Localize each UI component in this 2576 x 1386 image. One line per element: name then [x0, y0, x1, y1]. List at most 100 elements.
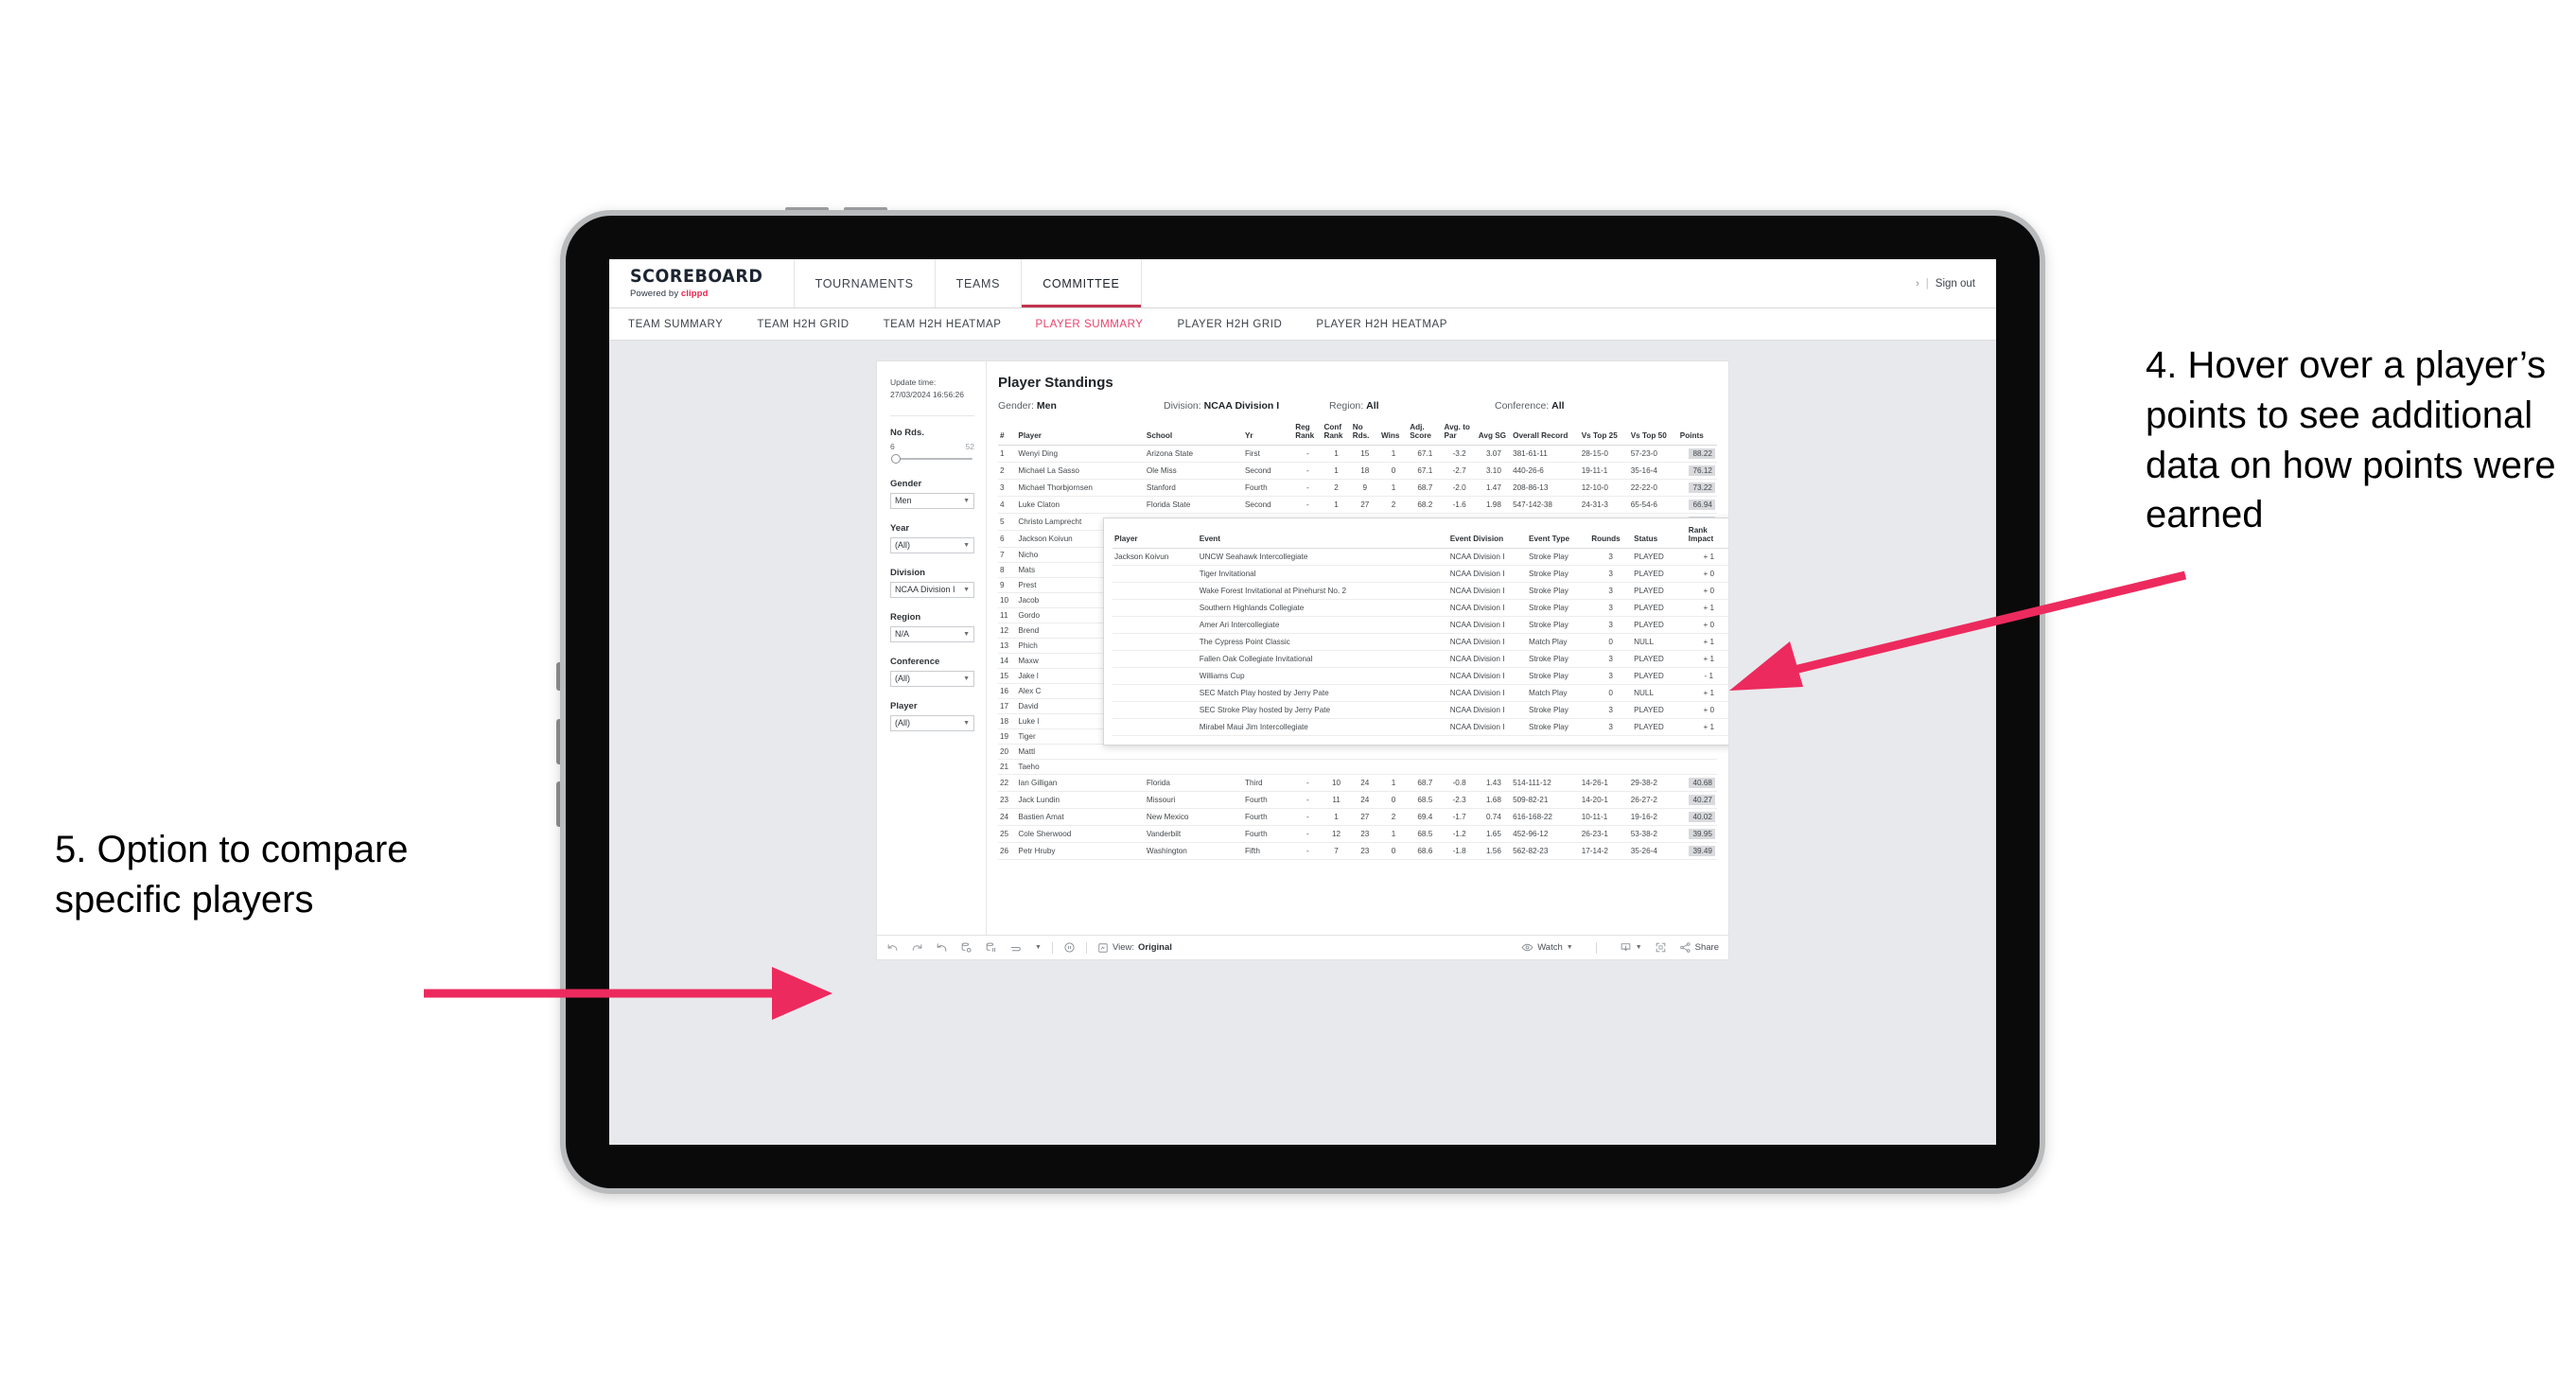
nav-item-committee[interactable]: COMMITTEE	[1021, 259, 1142, 307]
brand-logo[interactable]: SCOREBOARD Powered by clippd	[609, 259, 794, 307]
sub-nav-player-h2h-heatmap[interactable]: PLAYER H2H HEATMAP	[1299, 319, 1464, 330]
table-row[interactable]: 2 Michael La Sasso Ole Miss Second -1 18 0 67.1…	[998, 462, 1717, 480]
points-value[interactable]: 39.95	[1689, 829, 1715, 839]
cell-points[interactable]	[1677, 759, 1717, 775]
table-row[interactable]: 20 Mattl	[998, 744, 1717, 760]
revert-icon[interactable]	[936, 941, 948, 954]
cell-vs-top-25: 28-15-0	[1579, 445, 1629, 463]
points-value[interactable]: 40.27	[1689, 795, 1715, 805]
th-points[interactable]: Points	[1677, 421, 1717, 446]
table-row[interactable]: 23 Jack Lundin Missouri Fourth -11 24 0 68.5 -2.…	[998, 791, 1717, 809]
nav-item-tournaments[interactable]: TOURNAMENTS	[793, 259, 935, 307]
cell-vs-top-25: 19-11-1	[1579, 462, 1629, 480]
th-avg-to-par[interactable]: Avg. to Par	[1442, 421, 1477, 446]
conference-select[interactable]: (All) ▼	[890, 670, 974, 687]
points-value[interactable]: 40.02	[1689, 812, 1715, 822]
pause-auto-update-icon[interactable]	[1063, 941, 1076, 954]
points-value[interactable]: 39.49	[1689, 846, 1715, 856]
th-no-rds[interactable]: No Rds.	[1350, 421, 1379, 446]
points-value[interactable]: 66.94	[1689, 500, 1715, 510]
tt-cell-rounds: 3	[1589, 718, 1633, 736]
points-value[interactable]: 88.22	[1689, 448, 1715, 459]
th-school[interactable]: School	[1144, 421, 1243, 446]
chevron-down-icon[interactable]: ▼	[1035, 944, 1042, 951]
cell-vs-top-50	[1628, 744, 1678, 760]
sub-nav-player-summary[interactable]: PLAYER SUMMARY	[1018, 319, 1160, 330]
cell-rank: 1	[998, 445, 1017, 463]
undo-icon[interactable]	[886, 941, 899, 954]
th-conf-rank[interactable]: Conf Rank	[1322, 421, 1351, 446]
gender-select[interactable]: Men ▼	[890, 492, 974, 509]
th-vs-top-50[interactable]: Vs Top 50	[1628, 421, 1678, 446]
cell-no-rds: 24	[1350, 791, 1379, 809]
user-chevron-icon[interactable]: ›	[1916, 278, 1919, 289]
table-row[interactable]: 22 Ian Gilligan Florida Third -10 24 1 68.7 -0.8…	[998, 774, 1717, 792]
cell-points[interactable]: 76.12	[1677, 462, 1717, 480]
cell-no-rds: 27	[1350, 808, 1379, 826]
share-button[interactable]: Share	[1679, 941, 1719, 954]
swap-icon[interactable]	[1009, 941, 1023, 954]
watch-button[interactable]: Watch ▼	[1521, 941, 1573, 954]
cell-vs-top-25: 26-23-1	[1579, 825, 1629, 843]
table-row[interactable]: 1 Wenyi Ding Arizona State First -1 15 1 67.1 -3…	[998, 445, 1717, 463]
cell-vs-top-50: 53-38-2	[1628, 825, 1678, 843]
region-select[interactable]: N/A ▼	[890, 625, 974, 642]
th-vs-top-25[interactable]: Vs Top 25	[1579, 421, 1629, 446]
th-adj-score[interactable]: Adj. Score	[1408, 421, 1443, 446]
table-row[interactable]: 4 Luke Claton Florida State Second -1 27 2 68.2…	[998, 496, 1717, 514]
th-reg-rank[interactable]: Reg Rank	[1293, 421, 1323, 446]
sub-nav-team-summary[interactable]: TEAM SUMMARY	[628, 319, 740, 330]
th-player[interactable]: Player	[1016, 421, 1145, 446]
cell-points[interactable]: 40.27	[1677, 791, 1717, 809]
points-value[interactable]: 73.22	[1689, 482, 1715, 493]
table-row[interactable]: 21 Taeho	[998, 759, 1717, 775]
th-yr[interactable]: Yr	[1242, 421, 1294, 446]
table-row[interactable]: 24 Bastien Amat New Mexico Fourth -1 27 2 69.4-…	[998, 808, 1717, 826]
slider-knob[interactable]	[891, 453, 901, 464]
cell-points[interactable]: 88.22	[1677, 445, 1717, 463]
view-original-button[interactable]: View: Original	[1097, 942, 1172, 954]
no-rounds-slider[interactable]	[890, 453, 974, 465]
tt-cell-rank-impact: + 0	[1686, 565, 1728, 583]
points-value[interactable]: 40.68	[1689, 778, 1715, 788]
tt-cell-rounds: 3	[1589, 650, 1633, 668]
cell-school	[1144, 759, 1243, 775]
cell-points[interactable]: 39.95	[1677, 825, 1717, 843]
cell-yr: Fourth	[1242, 479, 1294, 497]
pause-data-icon[interactable]	[985, 941, 997, 954]
cell-points[interactable]: 40.68	[1677, 774, 1717, 792]
th-rank[interactable]: #	[998, 421, 1017, 446]
cell-points[interactable]: 66.94	[1677, 496, 1717, 514]
table-row[interactable]: 26 Petr Hruby Washington Fifth -7 23 0 68.6 -1.8…	[998, 842, 1717, 860]
th-overall-record[interactable]: Overall Record	[1511, 421, 1580, 446]
cell-vs-top-25: 12-10-0	[1579, 479, 1629, 497]
cell-points[interactable]: 40.02	[1677, 808, 1717, 826]
refresh-data-icon[interactable]	[960, 941, 973, 954]
points-value[interactable]: 76.12	[1689, 465, 1715, 476]
meta-division: Division: NCAA Division I	[1164, 400, 1329, 412]
tt-cell-event: Southern Highlands Collegiate	[1197, 599, 1448, 617]
download-button[interactable]: ▼	[1620, 941, 1642, 954]
cell-vs-top-50: 29-38-2	[1628, 774, 1678, 792]
sub-nav-player-h2h-grid[interactable]: PLAYER H2H GRID	[1160, 319, 1299, 330]
table-row[interactable]: 25 Cole Sherwood Vanderbilt Fourth -12 23 1 68.…	[998, 825, 1717, 843]
cell-school: Ole Miss	[1144, 462, 1243, 480]
th-wins[interactable]: Wins	[1378, 421, 1409, 446]
cell-points[interactable]: 39.49	[1677, 842, 1717, 860]
table-row[interactable]: 3 Michael Thorbjornsen Stanford Fourth -2 9 1 6…	[998, 479, 1717, 497]
tooltip-row: Williams Cup NCAA Division I Stroke Play 3 P…	[1113, 667, 1728, 685]
fullscreen-icon[interactable]	[1655, 941, 1667, 954]
year-select[interactable]: (All) ▼	[890, 536, 974, 553]
sub-nav-team-h2h-heatmap[interactable]: TEAM H2H HEATMAP	[867, 319, 1019, 330]
division-select[interactable]: NCAA Division I ▼	[890, 581, 974, 598]
player-select[interactable]: (All) ▼	[890, 714, 974, 731]
cell-points[interactable]: 73.22	[1677, 479, 1717, 497]
cell-points[interactable]	[1677, 744, 1717, 760]
redo-icon[interactable]	[911, 941, 923, 954]
sub-nav-team-h2h-grid[interactable]: TEAM H2H GRID	[740, 319, 866, 330]
nav-item-teams[interactable]: TEAMS	[934, 259, 1022, 307]
cell-conf-rank	[1322, 744, 1351, 760]
sign-out-link[interactable]: Sign out	[1936, 278, 1975, 289]
th-avg-sg[interactable]: Avg SG	[1476, 421, 1512, 446]
cell-rank: 7	[998, 547, 1017, 563]
